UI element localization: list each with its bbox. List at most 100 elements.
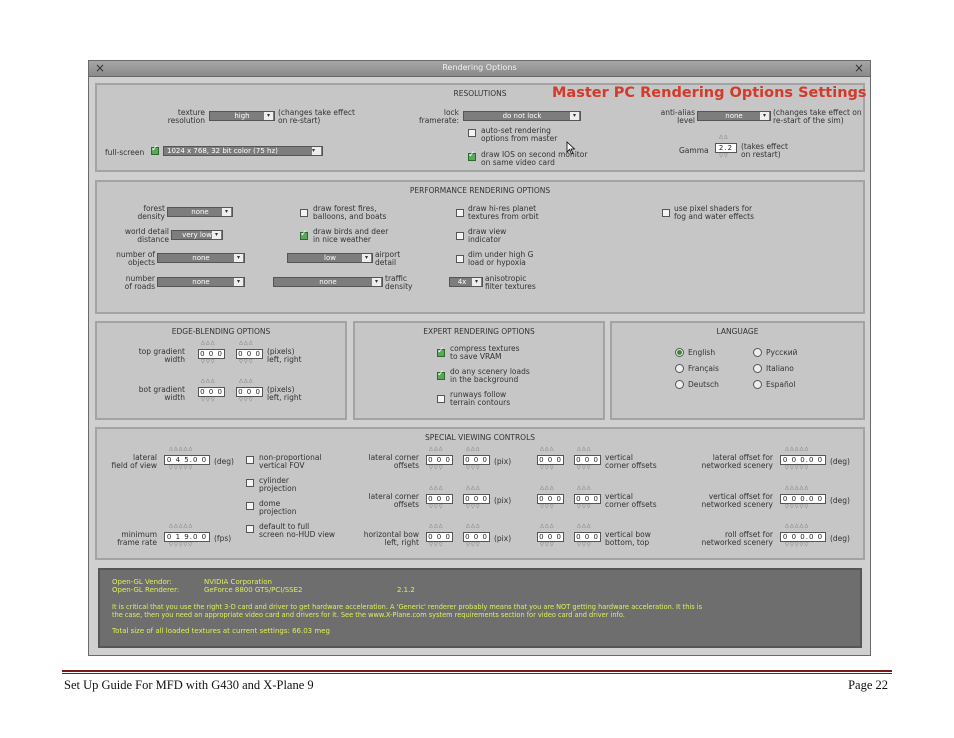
vco-a-left-down-icon[interactable]: ▽▽▽: [540, 466, 555, 471]
minfr-up-icon[interactable]: △△△△△: [169, 524, 193, 529]
lco-b-left-up-icon[interactable]: △△△: [429, 486, 444, 491]
lco-a-left-down-icon[interactable]: ▽▽▽: [429, 466, 444, 471]
vbow-left-down-icon[interactable]: ▽▽▽: [540, 543, 555, 548]
forest-fires-checkbox[interactable]: [300, 209, 308, 217]
hbow-left-input[interactable]: 0 0 0: [426, 532, 453, 542]
radio-french[interactable]: [675, 364, 684, 373]
compress-checkbox[interactable]: [437, 346, 445, 357]
lco-b-right-down-icon[interactable]: ▽▽▽: [466, 505, 481, 510]
runways-checkbox[interactable]: [437, 395, 445, 403]
lco-a-right-down-icon[interactable]: ▽▽▽: [466, 466, 481, 471]
lco-a-left-up-icon[interactable]: △△△: [429, 447, 444, 452]
lon-up-icon[interactable]: △△△△△: [785, 447, 809, 452]
radio-german[interactable]: [675, 380, 684, 389]
vbow-right-down-icon[interactable]: ▽▽▽: [577, 543, 592, 548]
ron-up-icon[interactable]: △△△△△: [785, 524, 809, 529]
vco-b-left-input[interactable]: 0 0 0: [537, 494, 564, 504]
world-detail-dropdown[interactable]: very low ▾: [171, 230, 223, 240]
fullscreen-checkbox[interactable]: [151, 144, 159, 155]
top-right-input[interactable]: 0 0 0: [236, 349, 263, 359]
dome-checkbox[interactable]: [246, 502, 254, 510]
fov-input[interactable]: 0 4 5.0 0: [164, 455, 210, 465]
default-noHUD-checkbox[interactable]: [246, 525, 254, 533]
forest-dropdown[interactable]: none ▾: [167, 207, 233, 217]
vbow-right-input[interactable]: 0 0 0: [574, 532, 601, 542]
hbow-left-up-icon[interactable]: △△△: [429, 524, 444, 529]
lon-down-icon[interactable]: ▽▽▽▽▽: [785, 466, 809, 471]
vco-a-right-up-icon[interactable]: △△△: [577, 447, 592, 452]
vco-b-right-up-icon[interactable]: △△△: [577, 486, 592, 491]
vco-b-left-down-icon[interactable]: ▽▽▽: [540, 505, 555, 510]
top-right-up-icon[interactable]: △△△: [239, 341, 254, 346]
airport-detail-dropdown[interactable]: low ▾: [287, 253, 373, 263]
fov-up-icon[interactable]: △△△△△: [169, 447, 193, 452]
view-indicator-checkbox[interactable]: [456, 232, 464, 240]
pixel-shaders-checkbox[interactable]: [662, 209, 670, 217]
fov-down-icon[interactable]: ▽▽▽▽▽: [169, 466, 193, 471]
drawios-checkbox[interactable]: [468, 150, 476, 161]
bot-right-input[interactable]: 0 0 0: [236, 387, 263, 397]
von-up-icon[interactable]: △△△△△: [785, 486, 809, 491]
lco-b-left-input[interactable]: 0 0 0: [426, 494, 453, 504]
bot-right-up-icon[interactable]: △△△: [239, 379, 254, 384]
vco-b-left-up-icon[interactable]: △△△: [540, 486, 555, 491]
dim-checkbox[interactable]: [456, 255, 464, 263]
gamma-input[interactable]: 2.2: [715, 143, 737, 153]
vco-b-right-down-icon[interactable]: ▽▽▽: [577, 505, 592, 510]
anisotropic-dropdown[interactable]: 4x ▾: [449, 277, 483, 287]
lco-a-left-input[interactable]: 0 0 0: [426, 455, 453, 465]
scenery-loads-checkbox[interactable]: [437, 369, 445, 380]
hbow-right-down-icon[interactable]: ▽▽▽: [466, 543, 481, 548]
lco-a-right-up-icon[interactable]: △△△: [466, 447, 481, 452]
gamma-up-icon[interactable]: △△: [719, 135, 729, 140]
lco-a-right-input[interactable]: 0 0 0: [463, 455, 490, 465]
vco-a-left-input[interactable]: 0 0 0: [537, 455, 564, 465]
bot-right-down-icon[interactable]: ▽▽▽: [239, 398, 254, 403]
minfr-down-icon[interactable]: ▽▽▽▽▽: [169, 543, 193, 548]
top-left-input[interactable]: 0 0 0: [198, 349, 225, 359]
vco-a-right-input[interactable]: 0 0 0: [574, 455, 601, 465]
lco-b-left-down-icon[interactable]: ▽▽▽: [429, 505, 444, 510]
hbow-right-input[interactable]: 0 0 0: [463, 532, 490, 542]
radio-spanish[interactable]: [753, 380, 762, 389]
gamma-down-icon[interactable]: ▽▽: [719, 154, 729, 159]
top-left-down-icon[interactable]: ▽▽▽: [201, 360, 216, 365]
radio-english[interactable]: [675, 348, 684, 357]
top-right-down-icon[interactable]: ▽▽▽: [239, 360, 254, 365]
ron-input[interactable]: 0 0 0.0 0: [780, 532, 826, 542]
minfr-input[interactable]: 0 1 9.0 0: [164, 532, 210, 542]
close-right-icon[interactable]: ×: [854, 61, 864, 76]
antialias-dropdown[interactable]: none ▾: [697, 111, 771, 121]
radio-russian[interactable]: [753, 348, 762, 357]
vco-b-right-input[interactable]: 0 0 0: [574, 494, 601, 504]
nonprop-checkbox[interactable]: [246, 456, 254, 464]
cylinder-checkbox[interactable]: [246, 479, 254, 487]
objects-dropdown[interactable]: none ▾: [157, 253, 245, 263]
bot-left-input[interactable]: 0 0 0: [198, 387, 225, 397]
vbow-left-input[interactable]: 0 0 0: [537, 532, 564, 542]
radio-italian[interactable]: [753, 364, 762, 373]
vbow-right-up-icon[interactable]: △△△: [577, 524, 592, 529]
bot-left-up-icon[interactable]: △△△: [201, 379, 216, 384]
top-left-up-icon[interactable]: △△△: [201, 341, 216, 346]
vco-a-left-up-icon[interactable]: △△△: [540, 447, 555, 452]
hires-checkbox[interactable]: [456, 209, 464, 217]
vbow-left-up-icon[interactable]: △△△: [540, 524, 555, 529]
autoset-checkbox[interactable]: [468, 129, 476, 137]
von-input[interactable]: 0 0 0.0 0: [780, 494, 826, 504]
texture-dropdown[interactable]: high ▾: [209, 111, 275, 121]
von-down-icon[interactable]: ▽▽▽▽▽: [785, 505, 809, 510]
ron-down-icon[interactable]: ▽▽▽▽▽: [785, 543, 809, 548]
hbow-right-up-icon[interactable]: △△△: [466, 524, 481, 529]
hbow-left-down-icon[interactable]: ▽▽▽: [429, 543, 444, 548]
lco-b-right-up-icon[interactable]: △△△: [466, 486, 481, 491]
bot-left-down-icon[interactable]: ▽▽▽: [201, 398, 216, 403]
lco-b-right-input[interactable]: 0 0 0: [463, 494, 490, 504]
fullscreen-dropdown[interactable]: 1024 x 768, 32 bit color (75 hz) ▾: [163, 146, 323, 156]
lon-input[interactable]: 0 0 0.0 0: [780, 455, 826, 465]
roads-dropdown[interactable]: none ▾: [157, 277, 245, 287]
birds-checkbox[interactable]: [300, 229, 308, 240]
lock-dropdown[interactable]: do not lock ▾: [463, 111, 581, 121]
vco-a-right-down-icon[interactable]: ▽▽▽: [577, 466, 592, 471]
traffic-dropdown[interactable]: none ▾: [273, 277, 383, 287]
